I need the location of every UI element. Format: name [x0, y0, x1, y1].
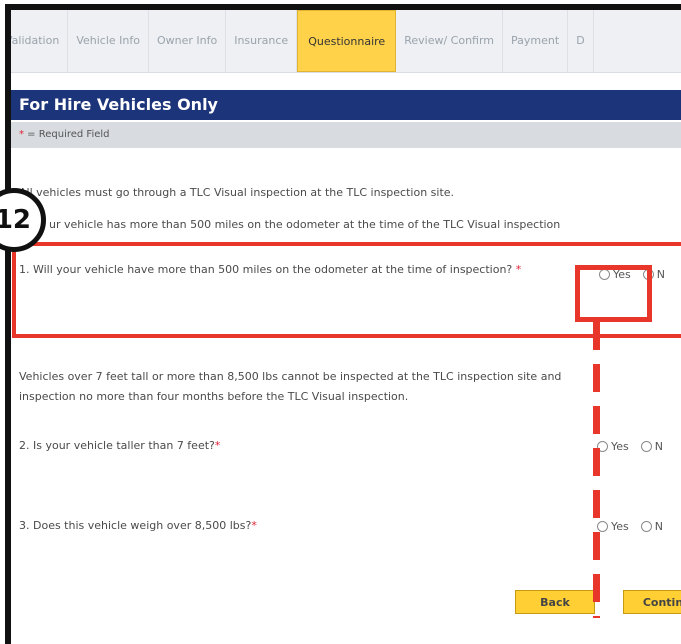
tab-validation[interactable]: Validation — [11, 10, 69, 72]
question-2-no-label: N — [654, 440, 663, 453]
question-3-no[interactable]: N — [640, 520, 663, 533]
step-tabs: Validation Vehicle Info Owner Info Insur… — [11, 10, 681, 73]
annotation-dashed-line — [593, 322, 600, 618]
question-3-options: Yes N — [597, 520, 675, 533]
question-2-label: 2. Is your vehicle taller than 7 feet? — [19, 439, 215, 452]
question-2-required: * — [214, 439, 221, 452]
radio-icon[interactable] — [640, 521, 652, 532]
question-2-yes[interactable]: Yes — [597, 440, 629, 453]
question-3-yes-label: Yes — [611, 520, 629, 533]
section-title: For Hire Vehicles Only — [11, 90, 681, 120]
required-field-note: * = Required Field — [11, 122, 681, 148]
highlight-yes-option — [575, 265, 652, 322]
weight-note-2: inspection no more than four months befo… — [19, 390, 409, 403]
tab-review-confirm[interactable]: Review/ Confirm — [396, 10, 504, 72]
back-button[interactable]: Back — [515, 590, 595, 614]
question-3-label: 3. Does this vehicle weigh over 8,500 lb… — [19, 519, 252, 532]
question-2-no[interactable]: N — [640, 440, 663, 453]
tab-vehicle-info[interactable]: Vehicle Info — [68, 10, 149, 72]
tab-owner-info[interactable]: Owner Info — [149, 10, 227, 72]
question-2-text: 2. Is your vehicle taller than 7 feet?* — [19, 436, 220, 455]
continue-button[interactable]: Contin — [623, 590, 681, 614]
radio-icon[interactable] — [640, 441, 652, 452]
question-3-required: * — [251, 519, 257, 532]
question-3-no-label: N — [654, 520, 663, 533]
question-2-options: Yes N — [597, 440, 675, 453]
weight-note-1: Vehicles over 7 feet tall or more than 8… — [19, 370, 562, 383]
question-3-text: 3. Does this vehicle weigh over 8,500 lb… — [19, 516, 257, 535]
tab-payment[interactable]: Payment — [503, 10, 569, 72]
tab-d[interactable]: D — [568, 10, 594, 72]
required-note-text: = Required Field — [24, 129, 110, 140]
question-2-yes-label: Yes — [611, 440, 629, 453]
question-3-yes[interactable]: Yes — [597, 520, 629, 533]
tab-insurance[interactable]: Insurance — [226, 10, 298, 72]
intro-text-2: ur vehicle has more than 500 miles on th… — [49, 218, 561, 231]
tab-questionnaire[interactable]: Questionnaire — [297, 10, 397, 72]
intro-text: All vehicles must go through a TLC Visua… — [19, 186, 455, 199]
